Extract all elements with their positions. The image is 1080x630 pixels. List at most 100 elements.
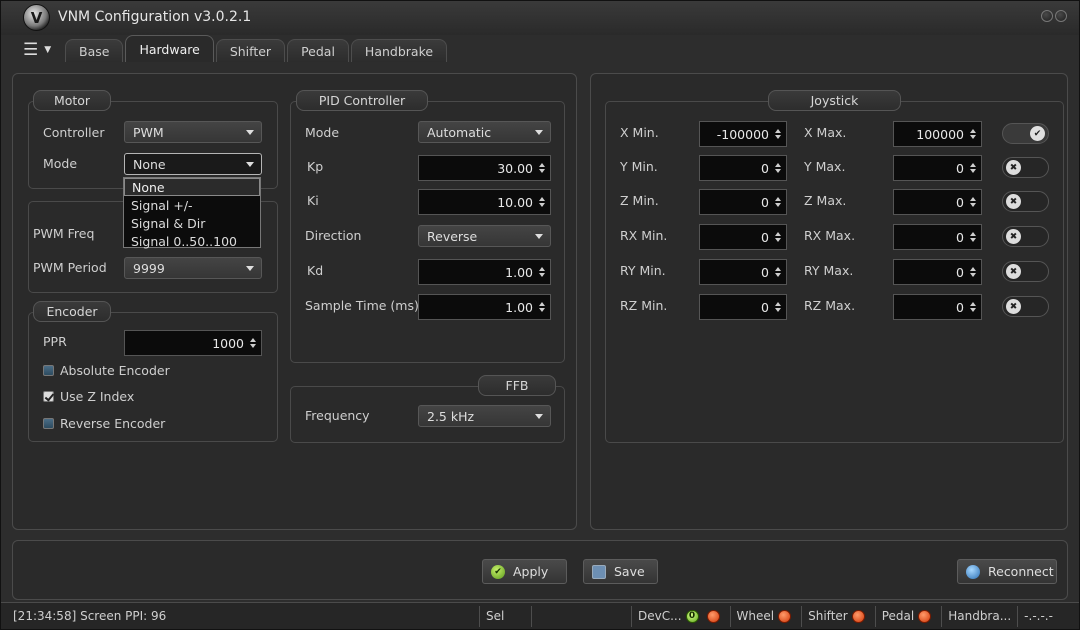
status-wheel-label: Wheel bbox=[736, 609, 775, 623]
spin-down-icon[interactable] bbox=[775, 203, 781, 207]
axis-enable-toggle[interactable]: ✖ bbox=[1002, 191, 1049, 212]
dropdown-option[interactable]: Signal 0..50..100 bbox=[124, 232, 260, 250]
joystick-max-spinbox[interactable]: 100000 bbox=[893, 121, 982, 147]
axis-enable-toggle[interactable]: ✖ bbox=[1002, 157, 1049, 178]
dropdown-option[interactable]: None bbox=[124, 178, 260, 196]
spin-up-icon[interactable] bbox=[775, 232, 781, 236]
ki-spinbox[interactable]: 10.00 bbox=[418, 189, 551, 215]
spin-up-icon[interactable] bbox=[970, 232, 976, 236]
tab-pedal[interactable]: Pedal bbox=[287, 39, 349, 62]
dropdown-option[interactable]: Signal +/- bbox=[124, 196, 260, 214]
joystick-max-label: X Max. bbox=[804, 125, 847, 140]
spin-up-icon[interactable] bbox=[970, 163, 976, 167]
apply-button-label: Apply bbox=[513, 564, 549, 579]
axis-enable-toggle[interactable]: ✖ bbox=[1002, 226, 1049, 247]
joystick-max-spinbox[interactable]: 0 bbox=[893, 224, 982, 250]
reconnect-button[interactable]: Reconnect bbox=[957, 559, 1057, 584]
x-close-icon: ✖ bbox=[1006, 160, 1021, 175]
ppr-spinbox[interactable]: 1000 bbox=[124, 330, 262, 356]
chevron-down-icon bbox=[246, 162, 254, 167]
axis-enable-toggle[interactable]: ✖ bbox=[1002, 261, 1049, 282]
kp-value: 30.00 bbox=[497, 160, 533, 176]
tab-shifter[interactable]: Shifter bbox=[215, 39, 286, 62]
spin-up-icon[interactable] bbox=[970, 129, 976, 133]
spin-up-icon[interactable] bbox=[775, 129, 781, 133]
spin-up-icon[interactable] bbox=[539, 197, 545, 201]
spin-up-icon[interactable] bbox=[775, 302, 781, 306]
joystick-min-spinbox[interactable]: 0 bbox=[699, 259, 787, 285]
spin-down-icon[interactable] bbox=[970, 308, 976, 312]
spin-up-icon[interactable] bbox=[970, 197, 976, 201]
spin-down-icon[interactable] bbox=[250, 344, 256, 348]
close-icon[interactable] bbox=[1055, 10, 1067, 22]
title-bar[interactable]: V VNM Configuration v3.0.2.1 bbox=[1, 1, 1079, 35]
use-z-index-checkbox[interactable]: Use Z Index bbox=[43, 389, 134, 404]
spin-down-icon[interactable] bbox=[970, 273, 976, 277]
main-menu-button[interactable]: ☰ ▼ bbox=[13, 38, 63, 62]
spin-up-icon[interactable] bbox=[970, 302, 976, 306]
spin-down-icon[interactable] bbox=[970, 203, 976, 207]
reverse-encoder-checkbox[interactable]: Reverse Encoder bbox=[43, 416, 165, 431]
apply-button[interactable]: ✔ Apply bbox=[482, 559, 567, 584]
sample-time-spinbox[interactable]: 1.00 bbox=[418, 294, 551, 320]
joystick-max-spinbox[interactable]: 0 bbox=[893, 155, 982, 181]
joystick-max-spinbox[interactable]: 0 bbox=[893, 259, 982, 285]
frequency-select[interactable]: 2.5 kHz bbox=[418, 405, 551, 427]
tab-hardware[interactable]: Hardware bbox=[125, 35, 214, 62]
tab-base[interactable]: Base bbox=[65, 39, 124, 62]
kd-spinbox[interactable]: 1.00 bbox=[418, 259, 551, 285]
joystick-min-spinbox[interactable]: -100000 bbox=[699, 121, 787, 147]
dropdown-option[interactable]: Signal & Dir bbox=[124, 214, 260, 232]
spin-down-icon[interactable] bbox=[539, 203, 545, 207]
spin-down-icon[interactable] bbox=[970, 169, 976, 173]
joystick-min-spinbox[interactable]: 0 bbox=[699, 224, 787, 250]
joystick-min-spinbox[interactable]: 0 bbox=[699, 189, 787, 215]
motor-mode-select[interactable]: None bbox=[124, 153, 262, 175]
joystick-max-spinbox[interactable]: 0 bbox=[893, 189, 982, 215]
controller-select[interactable]: PWM bbox=[124, 121, 262, 143]
joystick-max-value: 0 bbox=[956, 160, 964, 176]
axis-enable-toggle[interactable]: ✖ bbox=[1002, 296, 1049, 317]
spin-down-icon[interactable] bbox=[775, 238, 781, 242]
globe-icon bbox=[966, 564, 980, 579]
direction-select[interactable]: Reverse bbox=[418, 225, 551, 247]
ki-label: Ki bbox=[307, 193, 319, 208]
spin-down-icon[interactable] bbox=[775, 273, 781, 277]
spin-down-icon[interactable] bbox=[970, 238, 976, 242]
spin-up-icon[interactable] bbox=[970, 267, 976, 271]
spin-up-icon[interactable] bbox=[775, 197, 781, 201]
spin-up-icon[interactable] bbox=[539, 267, 545, 271]
save-button-label: Save bbox=[614, 564, 645, 579]
spin-down-icon[interactable] bbox=[775, 308, 781, 312]
status-led-icon bbox=[918, 609, 932, 623]
spin-up-icon[interactable] bbox=[539, 302, 545, 306]
checkbox-box bbox=[43, 365, 54, 376]
pwm-period-select[interactable]: 9999 bbox=[124, 257, 262, 279]
kd-value: 1.00 bbox=[505, 264, 533, 280]
save-button[interactable]: Save bbox=[583, 559, 658, 584]
joystick-min-spinbox[interactable]: 0 bbox=[699, 294, 787, 320]
kp-spinbox[interactable]: 30.00 bbox=[418, 155, 551, 181]
spin-up-icon[interactable] bbox=[250, 338, 256, 342]
absolute-encoder-checkbox[interactable]: Absolute Encoder bbox=[43, 363, 170, 378]
axis-enable-toggle[interactable]: ✔ bbox=[1002, 123, 1049, 144]
pid-mode-select[interactable]: Automatic bbox=[418, 121, 551, 143]
spin-down-icon[interactable] bbox=[970, 135, 976, 139]
tab-handbrake[interactable]: Handbrake bbox=[350, 39, 448, 62]
joystick-max-spinbox[interactable]: 0 bbox=[893, 294, 982, 320]
status-tail: -.-.-.- bbox=[1017, 605, 1059, 627]
spin-down-icon[interactable] bbox=[539, 273, 545, 277]
joystick-min-label: X Min. bbox=[620, 125, 659, 140]
joystick-max-label: Z Max. bbox=[804, 193, 847, 208]
spin-down-icon[interactable] bbox=[539, 308, 545, 312]
reverse-encoder-label: Reverse Encoder bbox=[60, 416, 166, 431]
spin-down-icon[interactable] bbox=[539, 169, 545, 173]
joystick-min-spinbox[interactable]: 0 bbox=[699, 155, 787, 181]
spin-up-icon[interactable] bbox=[539, 163, 545, 167]
minimize-icon[interactable] bbox=[1041, 10, 1053, 22]
spin-down-icon[interactable] bbox=[775, 135, 781, 139]
spin-down-icon[interactable] bbox=[775, 169, 781, 173]
joystick-max-value: 0 bbox=[956, 229, 964, 245]
spin-up-icon[interactable] bbox=[775, 267, 781, 271]
spin-up-icon[interactable] bbox=[775, 163, 781, 167]
